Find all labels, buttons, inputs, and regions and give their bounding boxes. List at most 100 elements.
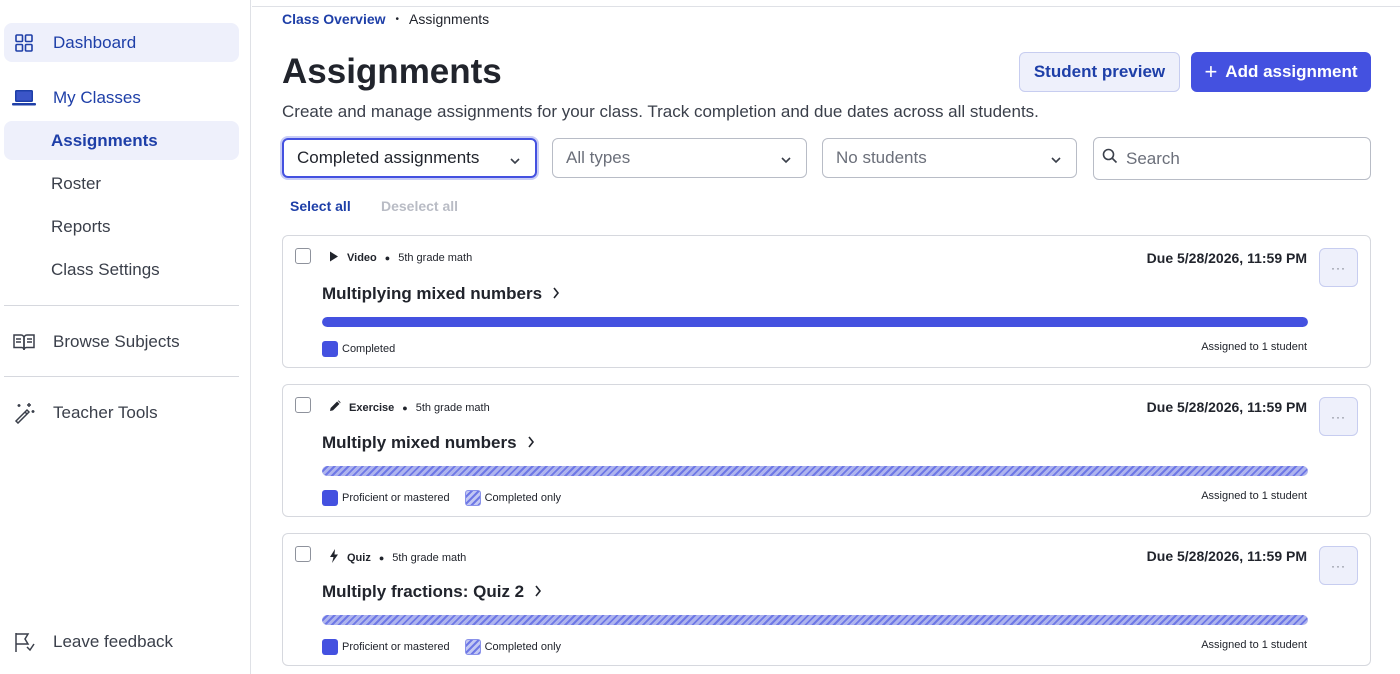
meta-separator: ● (402, 402, 408, 413)
dashboard-icon (11, 30, 37, 56)
book-icon (11, 329, 37, 355)
sidebar-item-assignments[interactable]: Assignments (4, 121, 239, 160)
legend-swatch-hatch (464, 639, 481, 655)
type-filter-value: All types (566, 148, 631, 167)
sidebar-item-label: Leave feedback (53, 631, 174, 651)
assignment-title: Multiply mixed numbers (322, 433, 517, 452)
status-filter-value: Completed assignments (297, 148, 480, 167)
meta-separator: ● (384, 253, 391, 263)
ellipsis-icon: ··· (1331, 409, 1346, 424)
assignment-card: Quiz ● 5th grade math Due 5/28/2026, 11:… (282, 533, 1371, 666)
legend-label: Proficient or mastered (342, 492, 450, 504)
assignment-card: Video ● 5th grade math Due 5/28/2026, 11… (282, 235, 1371, 368)
assignment-type: Exercise (349, 401, 395, 414)
chevron-down-icon (780, 151, 792, 171)
add-assignment-button[interactable]: + Add assignment (1191, 52, 1371, 92)
assignment-title: Multiplying mixed numbers (322, 284, 543, 303)
assigned-count: Assigned to 1 student (1201, 490, 1307, 502)
search-icon (1102, 148, 1118, 169)
assignment-checkbox[interactable] (295, 397, 311, 413)
assignment-due-date: Due 5/28/2026, 11:59 PM (1146, 250, 1307, 266)
assignment-meta: Exercise ● 5th grade math (329, 400, 490, 415)
legend-label: Completed (342, 343, 396, 355)
assignment-course: 5th grade math (398, 252, 473, 264)
top-divider (252, 6, 1400, 7)
sidebar-item-browse-subjects[interactable]: Browse Subjects (4, 322, 239, 361)
sidebar-item-label: Assignments (51, 130, 158, 150)
legend-swatch-solid (322, 341, 338, 357)
sidebar: Dashboard My Classes Assignments Roster … (0, 0, 251, 674)
breadcrumb: Class Overview • Assignments (282, 11, 489, 27)
chevron-right-icon (534, 582, 542, 602)
sidebar-item-class-settings[interactable]: Class Settings (4, 250, 239, 289)
page-subtitle: Create and manage assignments for your c… (282, 102, 1039, 121)
assignment-meta: Quiz ● 5th grade math (329, 549, 466, 566)
assignment-due-date: Due 5/28/2026, 11:59 PM (1146, 399, 1307, 415)
legend-swatch-solid (322, 639, 338, 655)
ellipsis-icon: ··· (1331, 260, 1346, 275)
assignment-course: 5th grade math (415, 401, 490, 414)
page-title: Assignments (282, 52, 502, 91)
sidebar-item-label: Teacher Tools (53, 402, 158, 422)
assignment-title-link[interactable]: Multiplying mixed numbers (322, 284, 560, 304)
sidebar-item-label: My Classes (53, 87, 141, 107)
search-box (1093, 137, 1371, 180)
breadcrumb-class-overview[interactable]: Class Overview (282, 11, 386, 27)
assigned-count: Assigned to 1 student (1201, 341, 1307, 353)
breadcrumb-separator: • (395, 13, 400, 25)
assignment-title-link[interactable]: Multiply mixed numbers (322, 433, 535, 453)
progress-bar (322, 466, 1308, 476)
progress-fill (322, 317, 1308, 327)
legend-swatch-solid (322, 490, 338, 506)
sidebar-item-label: Browse Subjects (53, 331, 180, 351)
pencil-icon (329, 400, 341, 415)
progress-fill (322, 466, 1308, 476)
magic-wand-icon (11, 400, 37, 426)
assignment-title: Multiply fractions: Quiz 2 (322, 582, 525, 601)
assignment-meta: Video ● 5th grade math (329, 251, 472, 265)
more-options-button[interactable]: ··· (1319, 248, 1358, 287)
sidebar-item-teacher-tools[interactable]: Teacher Tools (4, 393, 239, 432)
students-filter-select[interactable]: No students (822, 138, 1077, 178)
breadcrumb-current: Assignments (409, 11, 490, 27)
assignment-course: 5th grade math (392, 551, 467, 564)
legend-label: Proficient or mastered (342, 641, 450, 653)
add-assignment-label: Add assignment (1225, 62, 1358, 81)
lightning-icon (329, 549, 339, 566)
sidebar-item-reports[interactable]: Reports (4, 207, 239, 246)
legend-label: Completed only (484, 492, 562, 504)
sidebar-item-label: Reports (51, 216, 111, 236)
progress-legend: Proficient or mastered Completed only (322, 490, 561, 506)
sidebar-item-dashboard[interactable]: Dashboard (4, 23, 239, 62)
students-filter-value: No students (836, 148, 927, 167)
chevron-down-icon (1050, 151, 1062, 171)
assignment-checkbox[interactable] (295, 546, 311, 562)
plus-icon: + (1204, 59, 1218, 84)
more-options-button[interactable]: ··· (1319, 546, 1358, 585)
assignment-type: Quiz (347, 551, 371, 564)
sidebar-item-roster[interactable]: Roster (4, 164, 239, 203)
assignment-type: Video (347, 252, 377, 264)
sidebar-item-leave-feedback[interactable]: Leave feedback (4, 622, 239, 661)
type-filter-select[interactable]: All types (552, 138, 807, 178)
sidebar-item-my-classes[interactable]: My Classes (4, 78, 239, 117)
deselect-all-button[interactable]: Deselect all (381, 198, 458, 214)
search-input[interactable] (1126, 148, 1356, 169)
progress-bar (322, 615, 1308, 625)
select-all-button[interactable]: Select all (290, 198, 351, 214)
assignment-title-link[interactable]: Multiply fractions: Quiz 2 (322, 582, 542, 602)
more-options-button[interactable]: ··· (1319, 397, 1358, 436)
sidebar-divider (4, 376, 239, 377)
student-preview-button[interactable]: Student preview (1019, 52, 1180, 92)
assignment-checkbox[interactable] (295, 248, 311, 264)
chevron-right-icon (527, 433, 535, 453)
status-filter-select[interactable]: Completed assignments (282, 138, 537, 178)
sidebar-divider (4, 305, 239, 306)
progress-bar (322, 317, 1308, 327)
laptop-icon (11, 85, 37, 111)
legend-label: Completed only (484, 641, 562, 653)
assigned-count: Assigned to 1 student (1201, 639, 1307, 651)
legend-swatch-hatch (464, 490, 481, 506)
feedback-flag-icon (11, 629, 37, 655)
meta-separator: ● (378, 552, 385, 563)
